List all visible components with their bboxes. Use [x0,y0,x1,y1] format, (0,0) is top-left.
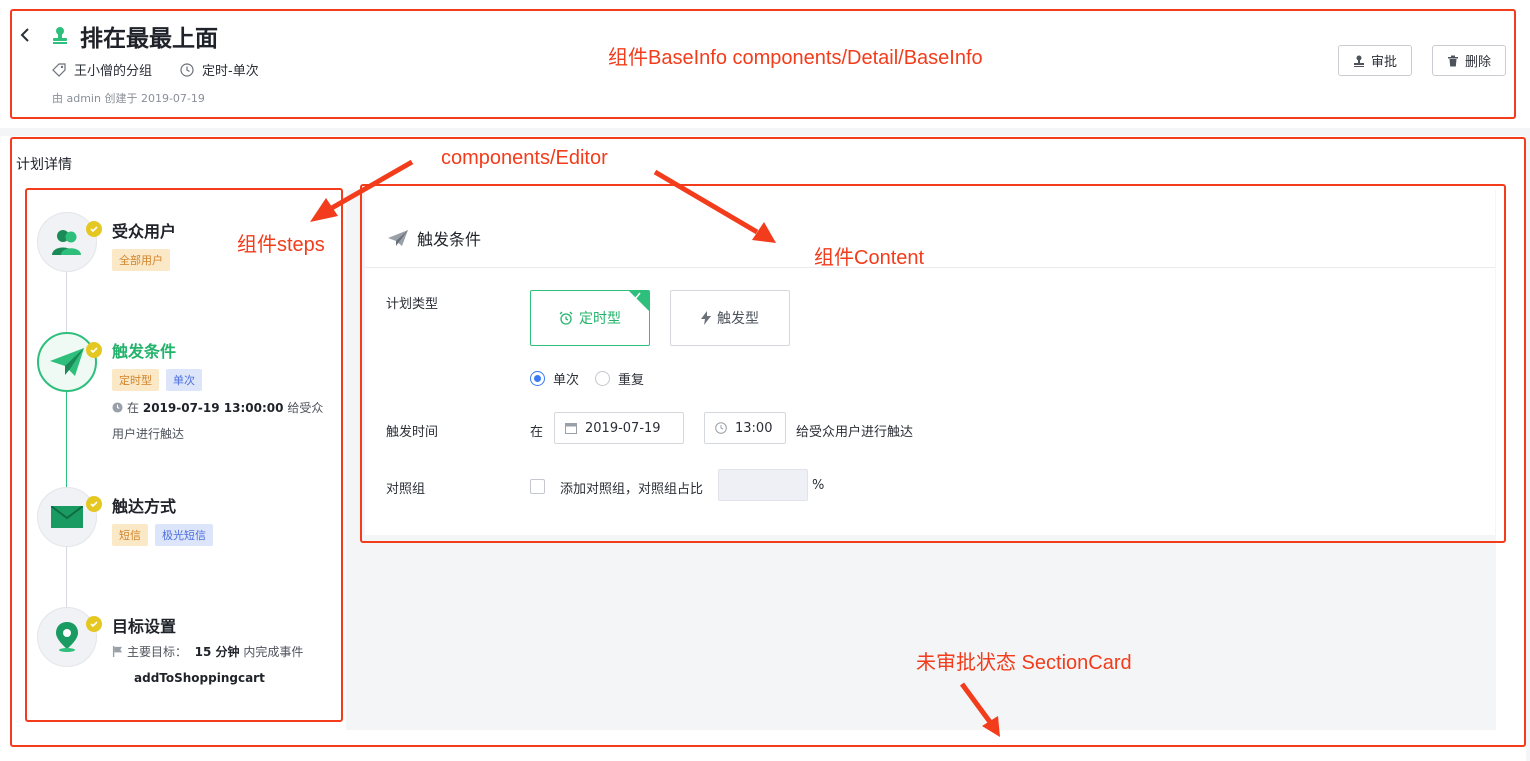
time-value: 13:00 [735,420,773,436]
annotation-label-steps: 组件steps [237,234,325,256]
check-icon [86,616,102,632]
step-circle [37,487,97,547]
timeline-connector-active [66,392,67,487]
annotation-label-sectioncard: 未审批状态 SectionCard [916,652,1132,674]
radio-repeat-label: 重复 [618,373,645,388]
at-label: 在 [530,425,544,440]
date-value: 2019-07-19 [585,420,661,436]
calendar-icon [565,423,577,434]
content-title: 触发条件 [387,226,481,250]
group-info: 王小僧的分组 [52,60,152,79]
group-name: 王小僧的分组 [74,64,153,79]
desc-prefix: 在 [127,401,140,415]
approve-button[interactable]: 审批 [1338,45,1412,76]
annotation-label-baseinfo: 组件BaseInfo components/Detail/BaseInfo [608,47,983,69]
check-icon [631,292,641,301]
clock-icon [112,402,123,413]
envelope-icon [51,506,83,528]
delete-button[interactable]: 删除 [1432,45,1506,76]
trigger-time-label: 触发时间 [386,425,439,440]
clock-icon [180,62,194,77]
schedule-info: 定时-单次 [180,60,259,79]
step-name: 受众用户 [112,222,177,241]
radio-once[interactable] [530,371,545,386]
type-card-trigger[interactable]: 触发型 [670,290,790,346]
goal-duration: 15 分钟 [194,645,240,659]
radio-repeat[interactable] [595,371,611,386]
tag: 定时型 [112,369,159,391]
step-name: 目标设置 [112,617,177,636]
alarm-clock-icon [559,311,573,325]
users-icon [52,230,81,255]
stamp-icon [1353,55,1364,67]
paper-plane-icon [388,230,408,246]
flag-icon [112,646,123,657]
check-icon [86,342,102,358]
step-description: 主要目标： 15 分钟 内完成事件 addToShoppingcart [112,639,342,691]
time-picker[interactable]: 13:00 [704,412,786,444]
control-ratio-input[interactable] [718,469,808,501]
tag: 单次 [166,369,202,391]
frequency-radio-group: 单次 重复 [530,369,644,388]
clock-icon [715,422,727,434]
step-name: 触发条件 [112,342,177,361]
radio-once-label: 单次 [553,373,580,388]
meta-row: 王小僧的分组 定时-单次 [52,60,287,79]
content-title-text: 触发条件 [417,230,482,249]
lightning-icon [701,311,711,325]
trigger-condition-content: 触发条件 计划类型 定时型 触发型 单次 重复 触发时间 在 2019-07-1… [365,190,1495,535]
goal-suffix: 内完成事件 [243,645,304,659]
timeline-connector [66,272,67,332]
approve-label: 审批 [1370,55,1397,70]
type-trigger-label: 触发型 [717,311,759,327]
step-tags: 全部用户 [112,249,177,271]
delete-label: 删除 [1464,55,1491,70]
tag: 极光短信 [155,524,213,546]
step-name: 触达方式 [112,497,177,516]
page-title: 排在最最上面 [80,26,218,52]
tag-icon [52,62,66,77]
check-icon [86,496,102,512]
back-arrow-icon[interactable] [18,24,34,46]
creator-info: 由 admin 创建于 2019-07-19 [52,92,205,105]
schedule-text: 定时-单次 [202,64,259,79]
control-group-checkbox[interactable] [530,479,545,494]
type-card-timed[interactable]: 定时型 [530,290,650,346]
step-circle [37,607,97,667]
percent-sign: % [812,478,825,493]
step-description: 在 2019-07-19 13:00:00 给受众 用户进行触达 [112,395,342,447]
desc-suffix: 给受众 [287,401,324,415]
step-tags: 短信 极光短信 [112,524,220,546]
step-circle [37,332,97,392]
check-icon [86,221,102,237]
paper-plane-icon [50,348,84,376]
tag: 短信 [112,524,148,546]
step-circle [37,212,97,272]
trigger-suffix: 给受众用户进行触达 [796,425,914,440]
trash-icon [1447,55,1458,66]
divider [365,267,1495,268]
step-tags: 定时型 单次 [112,369,209,391]
control-group-text: 添加对照组，对照组占比 [560,482,704,497]
page: 排在最最上面 王小僧的分组 定时-单次 由 admin 创建于 2019-07-… [0,0,1530,761]
section-title: 计划详情 [16,157,72,173]
date-picker[interactable]: 2019-07-19 [554,412,684,444]
location-pin-icon [56,622,78,652]
plan-type-label: 计划类型 [386,297,439,312]
goal-event: addToShoppingcart [134,671,265,685]
annotation-label-content: 组件Content [814,247,925,269]
trigger-datetime: 2019-07-19 13:00:00 [142,401,284,415]
stamp-icon [53,27,67,44]
desc-line2: 用户进行触达 [112,427,185,441]
goal-prefix: 主要目标： [127,645,188,659]
tag: 全部用户 [112,249,170,271]
annotation-label-editor: components/Editor [441,147,608,169]
type-timed-label: 定时型 [579,311,621,327]
timeline-connector [66,547,67,607]
control-group-label: 对照组 [386,482,426,497]
